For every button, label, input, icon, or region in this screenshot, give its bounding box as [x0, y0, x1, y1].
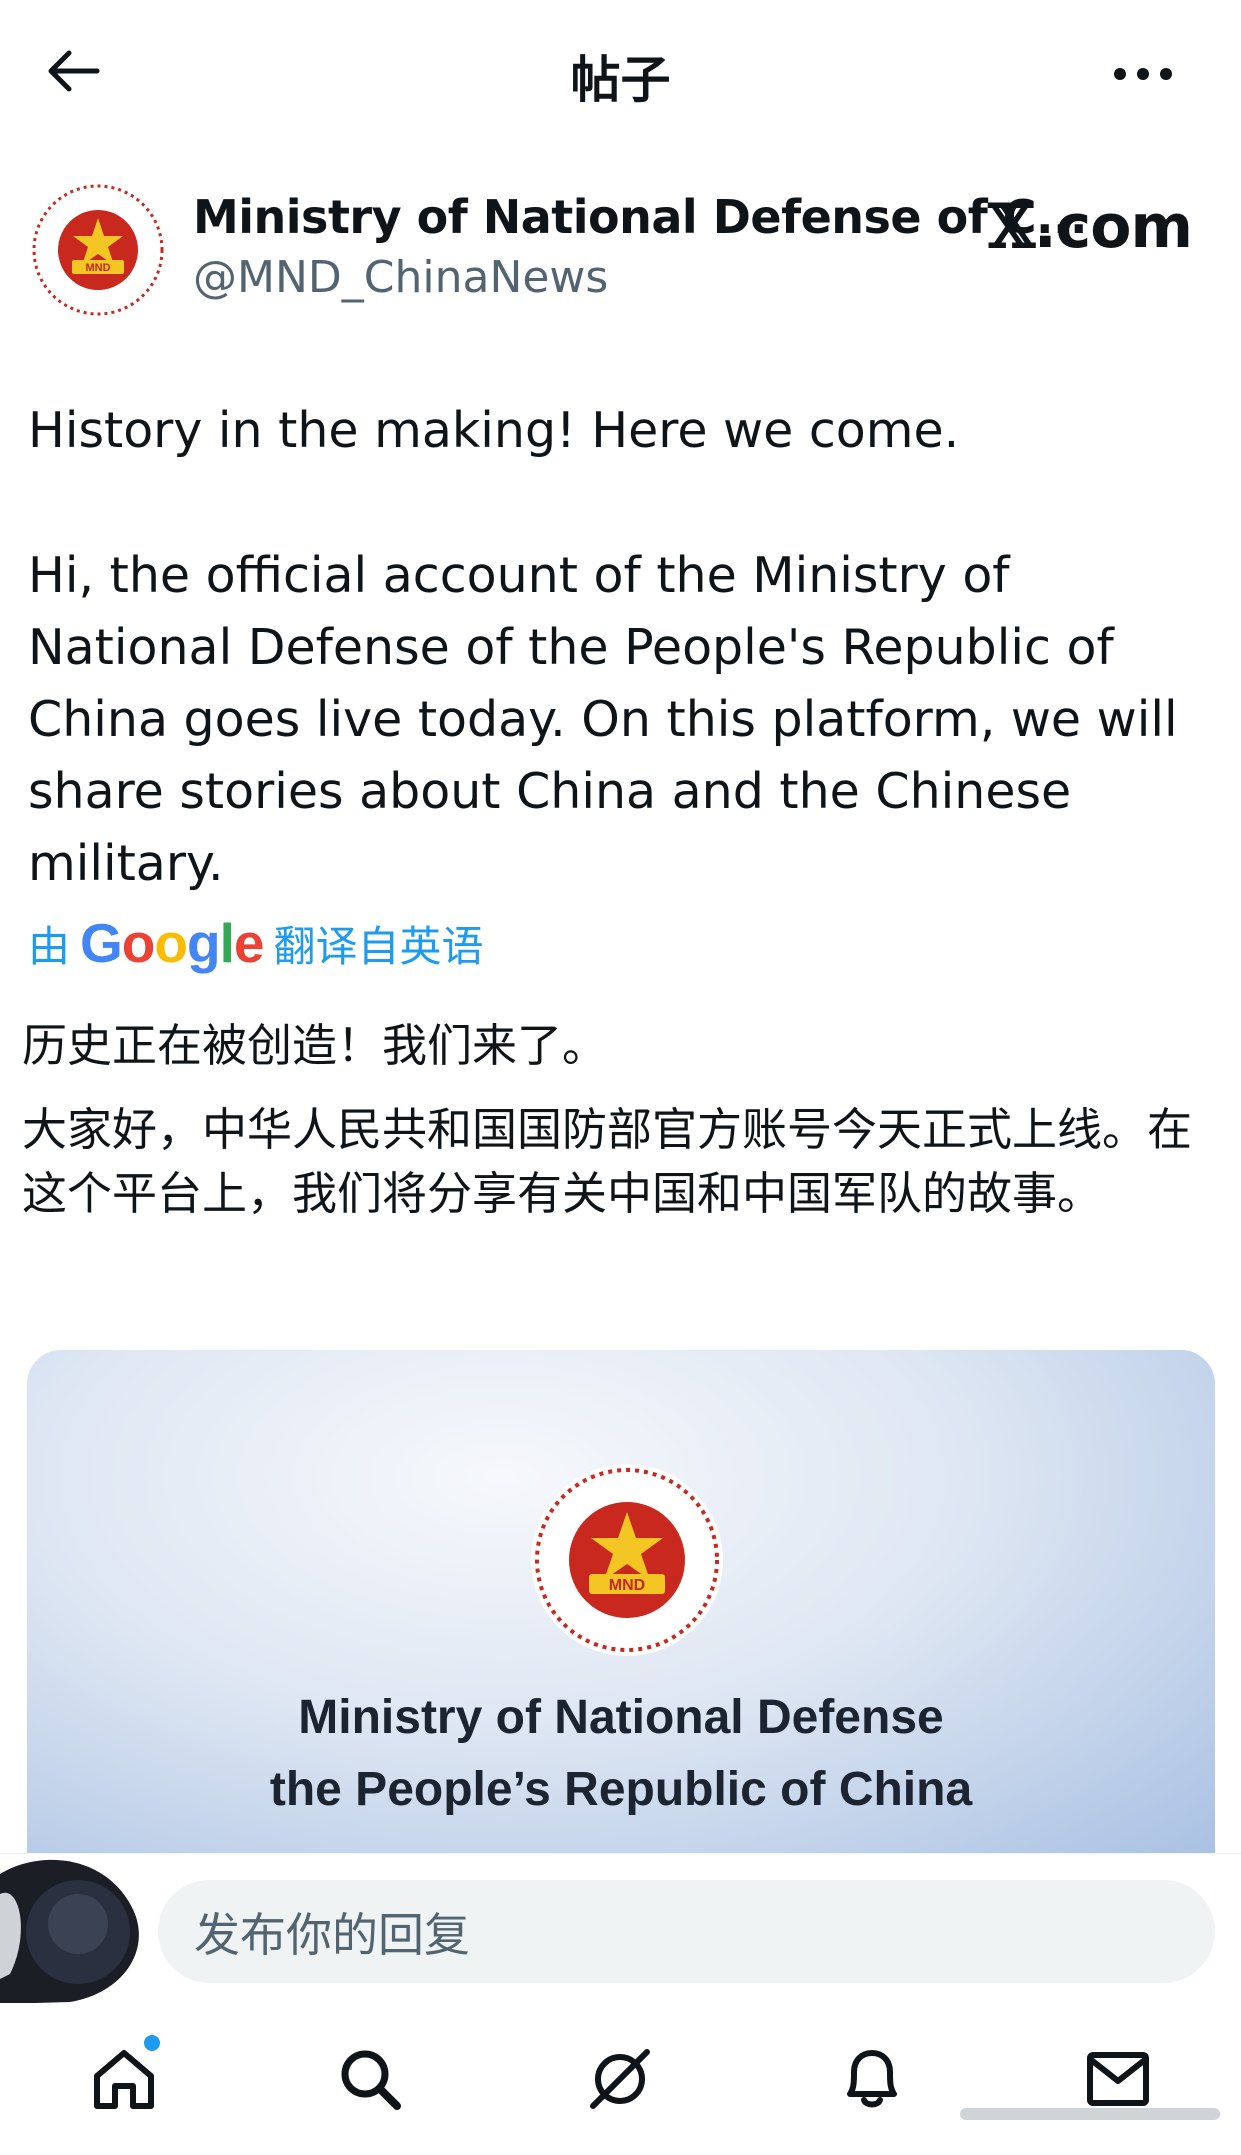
nav-notifications[interactable] — [832, 2039, 912, 2119]
watermark-domain: .com — [1033, 192, 1193, 262]
reply-composer: 发布你的回复 — [0, 1853, 1241, 2004]
post-media-image[interactable]: MND Ministry of National Defense the Peo… — [27, 1350, 1215, 1860]
more-horizontal-icon — [1114, 68, 1172, 80]
translated-by-google-link[interactable]: 由 Google 翻译自英语 — [28, 908, 484, 978]
translate-suffix: 翻译自英语 — [273, 921, 484, 971]
svg-text:MND: MND — [609, 1577, 645, 1594]
media-caption-line-2: the People’s Republic of China — [269, 1763, 973, 1816]
notifications-bell-icon — [847, 2050, 897, 2108]
home-icon — [94, 2050, 154, 2109]
mnd-emblem-icon: MND — [531, 1464, 723, 1656]
top-bar: 帖子 — [0, 0, 1241, 150]
svg-text:MND: MND — [85, 262, 110, 274]
author-name[interactable]: Ministry of National Defense of C... — [193, 190, 1087, 244]
post-author: MND Ministry of National Defense of C...… — [0, 170, 1241, 320]
more-button[interactable] — [1103, 44, 1183, 104]
page-title: 帖子 — [570, 51, 671, 109]
x-com-watermark: 𝕏.com — [988, 192, 1193, 262]
search-icon — [341, 2050, 401, 2110]
author-handle[interactable]: @MND_ChinaNews — [193, 252, 608, 303]
post-text-paragraph-1: History in the making! Here we come. — [28, 402, 960, 459]
user-avatar-image — [0, 1859, 139, 2004]
media-caption-line-1: Ministry of National Defense — [298, 1691, 944, 1744]
translated-text-paragraph-1: 历史正在被创造！我们来了。 — [22, 1019, 608, 1072]
mnd-emblem-icon: MND — [30, 182, 166, 318]
translate-prefix: 由 — [28, 921, 71, 971]
user-avatar[interactable] — [0, 1854, 150, 2004]
home-indicator[interactable] — [960, 2108, 1220, 2120]
notification-dot — [144, 2035, 160, 2051]
x-logo-icon: 𝕏 — [988, 192, 1035, 262]
translated-text-paragraph-2: 大家好，中华人民共和国国防部官方账号今天正式上线。在这个平台上，我们将分享有关中… — [22, 1103, 1193, 1220]
reply-input[interactable]: 发布你的回复 — [158, 1880, 1215, 1983]
nav-grok[interactable] — [580, 2039, 660, 2119]
post-text-paragraph-2: Hi, the official account of the Ministry… — [28, 547, 1178, 892]
nav-home[interactable] — [84, 2035, 164, 2119]
nav-search[interactable] — [330, 2039, 410, 2119]
bottom-navigation — [0, 2003, 1241, 2155]
grok-icon — [590, 2049, 650, 2109]
author-avatar[interactable]: MND — [28, 180, 168, 320]
messages-envelope-icon — [1087, 2052, 1149, 2106]
nav-messages[interactable] — [1078, 2039, 1158, 2119]
google-logo-icon: Google — [80, 912, 264, 974]
